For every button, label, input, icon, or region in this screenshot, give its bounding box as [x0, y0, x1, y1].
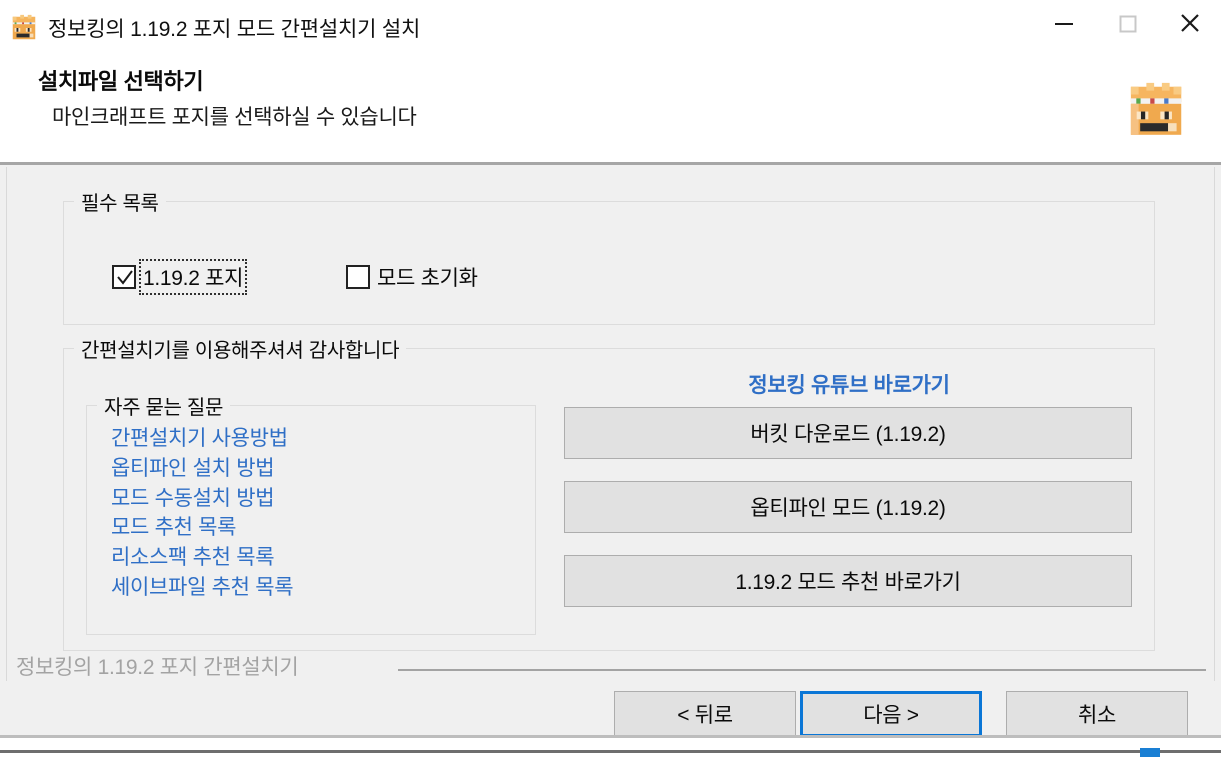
close-icon [1180, 14, 1199, 32]
header-divider [0, 162, 1221, 165]
navigation-button-group: < 뒤로 다음 > 취소 [0, 691, 1221, 737]
page-subtitle: 마인크래프트 포지를 선택하실 수 있습니다 [52, 106, 417, 129]
faq-link-list: 간편설치기 사용방법 옵티파인 설치 방법 모드 수동설치 방법 모드 추천 목… [111, 424, 294, 603]
background-window-bar [0, 750, 1221, 753]
background-window [0, 738, 1221, 757]
youtube-link[interactable]: 정보킹 유튜브 바로가기 [564, 369, 1134, 399]
footer-brand-text: 정보킹의 1.19.2 포지 간편설치기 [16, 656, 299, 679]
thanks-group: 간편설치기를 이용해주셔셔 감사합니다 자주 묻는 질문 간편설치기 사용방법 … [63, 334, 1155, 651]
minecraft-king-head-logo [1130, 82, 1182, 135]
maximize-icon [1119, 15, 1136, 33]
faq-link-usage[interactable]: 간편설치기 사용방법 [111, 424, 293, 454]
faq-link-mod-recs[interactable]: 모드 추천 목록 [111, 513, 293, 543]
caption-button-group [1032, 0, 1221, 55]
thanks-group-legend: 간편설치기를 이용해주셔셔 감사합니다 [74, 334, 407, 363]
background-window-accent [1140, 748, 1160, 757]
cancel-button[interactable]: 취소 [1006, 691, 1188, 737]
minecraft-king-head-icon [12, 14, 36, 39]
content-panel: 필수 목록 1.19.2 포지 모드 초기화 간편설치기를 이용해주셔셔 감사합… [6, 167, 1215, 681]
checkbox-forge-label: 1.19.2 포지 [138, 259, 248, 295]
page-title: 설치파일 선택하기 [38, 69, 204, 94]
faq-group: 자주 묻는 질문 간편설치기 사용방법 옵티파인 설치 방법 모드 수동설치 방… [86, 391, 536, 635]
checkbox-forge[interactable]: 1.19.2 포지 [112, 259, 248, 295]
faq-link-resourcepack-recs[interactable]: 리소스팩 추천 목록 [111, 543, 293, 573]
back-button[interactable]: < 뒤로 [614, 691, 796, 737]
window-title: 정보킹의 1.19.2 포지 모드 간편설치기 설치 [48, 17, 421, 41]
faq-group-legend: 자주 묻는 질문 [97, 391, 231, 420]
next-button[interactable]: 다음 > [800, 691, 982, 737]
minimize-icon [1054, 23, 1073, 25]
required-list-legend: 필수 목록 [74, 187, 166, 216]
checkbox-reset-mods[interactable]: 모드 초기화 [346, 260, 481, 294]
installer-window: 정보킹의 1.19.2 포지 모드 간편설치기 설치 설치파일 선택하기 마인크… [0, 0, 1221, 757]
required-list-group: 필수 목록 1.19.2 포지 모드 초기화 [63, 187, 1155, 325]
bucket-download-button[interactable]: 버킷 다운로드 (1.19.2) [564, 407, 1132, 459]
checkbox-checked-icon [112, 265, 136, 289]
maximize-button[interactable] [1095, 0, 1158, 46]
footer-divider [398, 669, 1206, 671]
optifine-mod-button[interactable]: 옵티파인 모드 (1.19.2) [564, 481, 1132, 533]
faq-link-savefile-recs[interactable]: 세이브파일 추천 목록 [111, 573, 294, 603]
page-header: 설치파일 선택하기 마인크래프트 포지를 선택하실 수 있습니다 [0, 55, 1221, 163]
faq-link-manual-mod[interactable]: 모드 수동설치 방법 [111, 484, 293, 514]
close-button[interactable] [1158, 0, 1221, 46]
checkbox-reset-mods-label: 모드 초기화 [377, 267, 478, 290]
mod-recommendation-button[interactable]: 1.19.2 모드 추천 바로가기 [564, 555, 1132, 607]
title-bar: 정보킹의 1.19.2 포지 모드 간편설치기 설치 [0, 0, 1221, 55]
faq-link-optifine[interactable]: 옵티파인 설치 방법 [111, 454, 293, 484]
checkbox-unchecked-icon [346, 265, 370, 289]
minimize-button[interactable] [1032, 0, 1095, 46]
